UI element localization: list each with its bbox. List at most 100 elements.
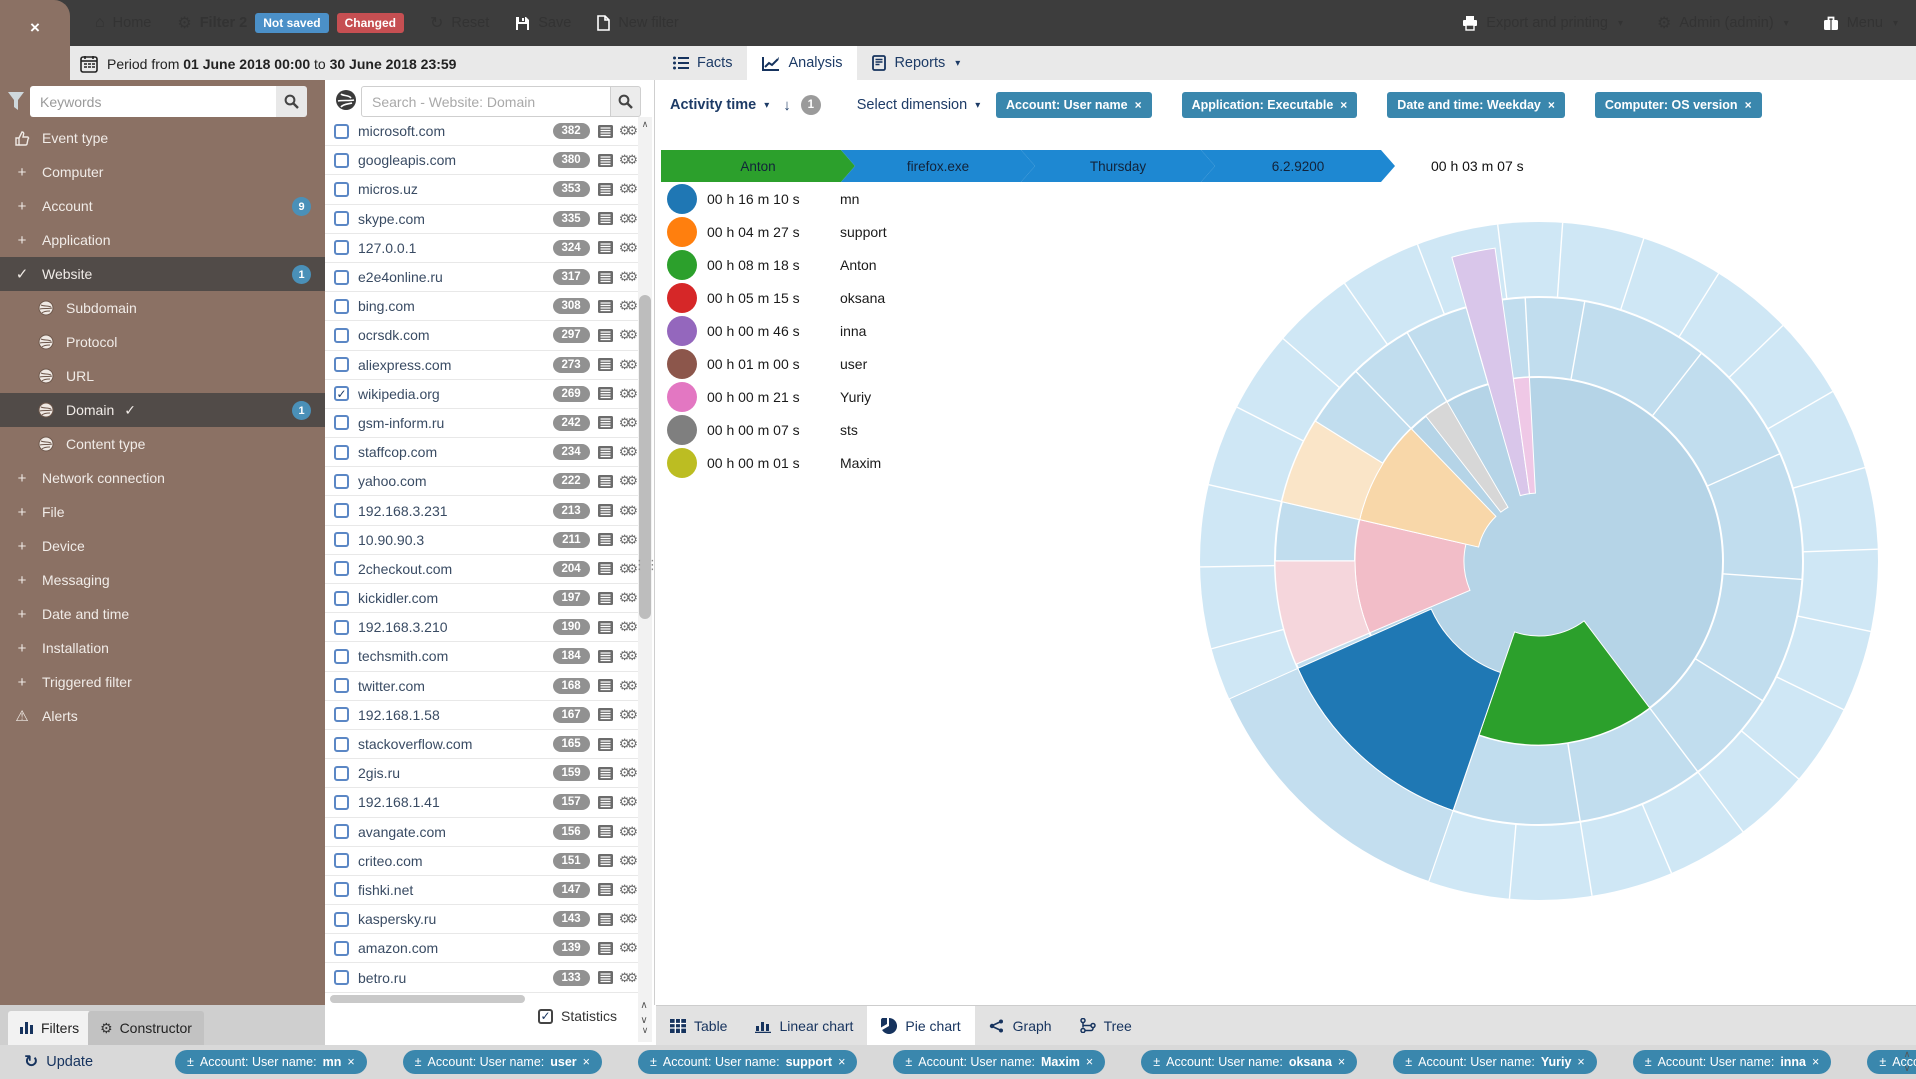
actions-gear-icon[interactable]: ⚙⚙ [619,503,634,519]
domain-row[interactable]: micros.uz353⚙⚙ [325,175,638,204]
actions-gear-icon[interactable]: ⚙⚙ [619,181,634,197]
actions-gear-icon[interactable]: ⚙⚙ [619,824,634,840]
sidebar-item-network-connection[interactable]: +Network connection [0,461,325,495]
sidebar-item-content-type[interactable]: Content type [0,427,325,461]
domain-checkbox[interactable] [334,766,349,781]
remove-chip-icon[interactable]: × [347,1055,354,1069]
details-icon[interactable] [598,679,613,692]
domain-row[interactable]: amazon.com139⚙⚙ [325,934,638,963]
sidebar-item-triggered-filter[interactable]: +Triggered filter [0,665,325,699]
domain-checkbox[interactable] [334,970,349,985]
legend-item[interactable]: 00 h 00 m 21 sYuriy [667,380,887,413]
actions-gear-icon[interactable]: ⚙⚙ [619,532,634,548]
chips-scroll-arrows[interactable]: ∧ ∨ [1900,1047,1914,1075]
sidebar-item-messaging[interactable]: +Messaging [0,563,325,597]
legend-item[interactable]: 00 h 00 m 01 sMaxim [667,446,887,479]
sunburst-chart[interactable] [1200,222,1878,900]
details-icon[interactable] [598,300,613,313]
domain-checkbox[interactable] [334,882,349,897]
sidebar-item-date-and-time[interactable]: +Date and time [0,597,325,631]
details-icon[interactable] [598,387,613,400]
details-icon[interactable] [598,241,613,254]
tab-facts[interactable]: Facts [658,46,747,80]
scroll-down-icon[interactable]: ∨ [1900,1061,1914,1075]
domain-checkbox[interactable] [334,591,349,606]
actions-gear-icon[interactable]: ⚙⚙ [619,970,634,986]
dimension-chip[interactable]: Account: User name× [996,92,1152,118]
domain-row[interactable]: 192.168.3.231213⚙⚙ [325,496,638,525]
breadcrumb-segment[interactable]: firefox.exe [841,150,1035,182]
details-icon[interactable] [598,183,613,196]
sidebar-item-application[interactable]: +Application [0,223,325,257]
plus-minus-icon[interactable]: ± [1153,1055,1160,1069]
sidebar-item-computer[interactable]: +Computer [0,155,325,189]
domain-checkbox[interactable] [334,912,349,927]
remove-chip-icon[interactable]: × [1577,1055,1584,1069]
sidebar-item-installation[interactable]: +Installation [0,631,325,665]
remove-chip-icon[interactable]: × [1340,98,1347,112]
plus-minus-icon[interactable]: ± [415,1055,422,1069]
plus-minus-icon[interactable]: ± [905,1055,912,1069]
domain-search-input[interactable] [361,86,611,117]
sidebar-item-alerts[interactable]: ⚠Alerts [0,699,325,733]
filter-menu[interactable]: ⚙ Filter 2 Not saved Changed [177,13,404,33]
remove-chip-icon[interactable]: × [1135,98,1142,112]
actions-gear-icon[interactable]: ⚙⚙ [619,707,634,723]
breadcrumb-segment[interactable]: Thursday [1021,150,1215,182]
domain-search-button[interactable] [611,86,641,117]
tab-constructor[interactable]: ⚙ Constructor [88,1011,204,1045]
details-icon[interactable] [598,913,613,926]
remove-chip-icon[interactable]: × [838,1055,845,1069]
domain-checkbox[interactable] [334,240,349,255]
details-icon[interactable] [598,329,613,342]
period-selector[interactable]: Period from 01 June 2018 00:00 to 30 Jun… [80,50,456,77]
domain-row[interactable]: 192.168.3.210190⚙⚙ [325,613,638,642]
domain-checkbox[interactable] [334,124,349,139]
legend-item[interactable]: 00 h 16 m 10 smn [667,182,887,215]
details-icon[interactable] [598,212,613,225]
plus-minus-icon[interactable]: ± [1645,1055,1652,1069]
admin-menu[interactable]: ⚙ Admin (admin) ▾ [1657,13,1789,33]
domain-checkbox[interactable] [334,941,349,956]
account-filter-chip[interactable]: ±Account: User name:support× [638,1050,857,1074]
sidebar-item-subdomain[interactable]: Subdomain [0,291,325,325]
details-icon[interactable] [598,971,613,984]
sidebar-item-account[interactable]: +Account9 [0,189,325,223]
actions-gear-icon[interactable]: ⚙⚙ [619,911,634,927]
domain-checkbox[interactable] [334,678,349,693]
chart-tab-pie-chart[interactable]: Pie chart [867,1006,974,1046]
actions-gear-icon[interactable]: ⚙⚙ [619,940,634,956]
domain-checkbox[interactable] [334,357,349,372]
chart-tab-graph[interactable]: Graph [975,1006,1066,1046]
plus-minus-icon[interactable]: ± [650,1055,657,1069]
breadcrumb-segment[interactable]: Anton [661,150,855,182]
actions-gear-icon[interactable]: ⚙⚙ [619,619,634,635]
actions-gear-icon[interactable]: ⚙⚙ [619,648,634,664]
domain-checkbox[interactable] [334,795,349,810]
menu-dropdown[interactable]: Menu ▾ [1823,15,1898,31]
domain-checkbox[interactable]: ✓ [334,386,349,401]
domain-row[interactable]: skype.com335⚙⚙ [325,205,638,234]
domain-row[interactable]: betro.ru133⚙⚙ [325,963,638,992]
domain-row[interactable]: fishki.net147⚙⚙ [325,876,638,905]
domain-row[interactable]: kaspersky.ru143⚙⚙ [325,905,638,934]
domain-checkbox[interactable] [334,270,349,285]
sidebar-collapse-tab[interactable]: × [0,0,70,56]
domain-list-horizontal-scrollbar[interactable] [330,995,525,1003]
details-icon[interactable] [598,592,613,605]
sidebar-item-device[interactable]: +Device [0,529,325,563]
scroll-up-icon[interactable]: ∧ [1900,1047,1914,1061]
domain-checkbox[interactable] [334,182,349,197]
scroll-up-icon[interactable]: ∧ [638,119,652,130]
domain-checkbox[interactable] [334,415,349,430]
dimension-chip[interactable]: Computer: OS version× [1595,92,1762,118]
actions-gear-icon[interactable]: ⚙⚙ [619,590,634,606]
actions-gear-icon[interactable]: ⚙⚙ [619,269,634,285]
legend-item[interactable]: 00 h 00 m 46 sinna [667,314,887,347]
account-filter-chip[interactable]: ±Account: User name:Maxim× [893,1050,1105,1074]
tab-analysis[interactable]: Analysis [747,46,857,80]
domain-checkbox[interactable] [334,853,349,868]
actions-gear-icon[interactable]: ⚙⚙ [619,853,634,869]
sidebar-item-website[interactable]: ✓Website1 [0,257,325,291]
domain-row[interactable]: 192.168.1.41157⚙⚙ [325,788,638,817]
